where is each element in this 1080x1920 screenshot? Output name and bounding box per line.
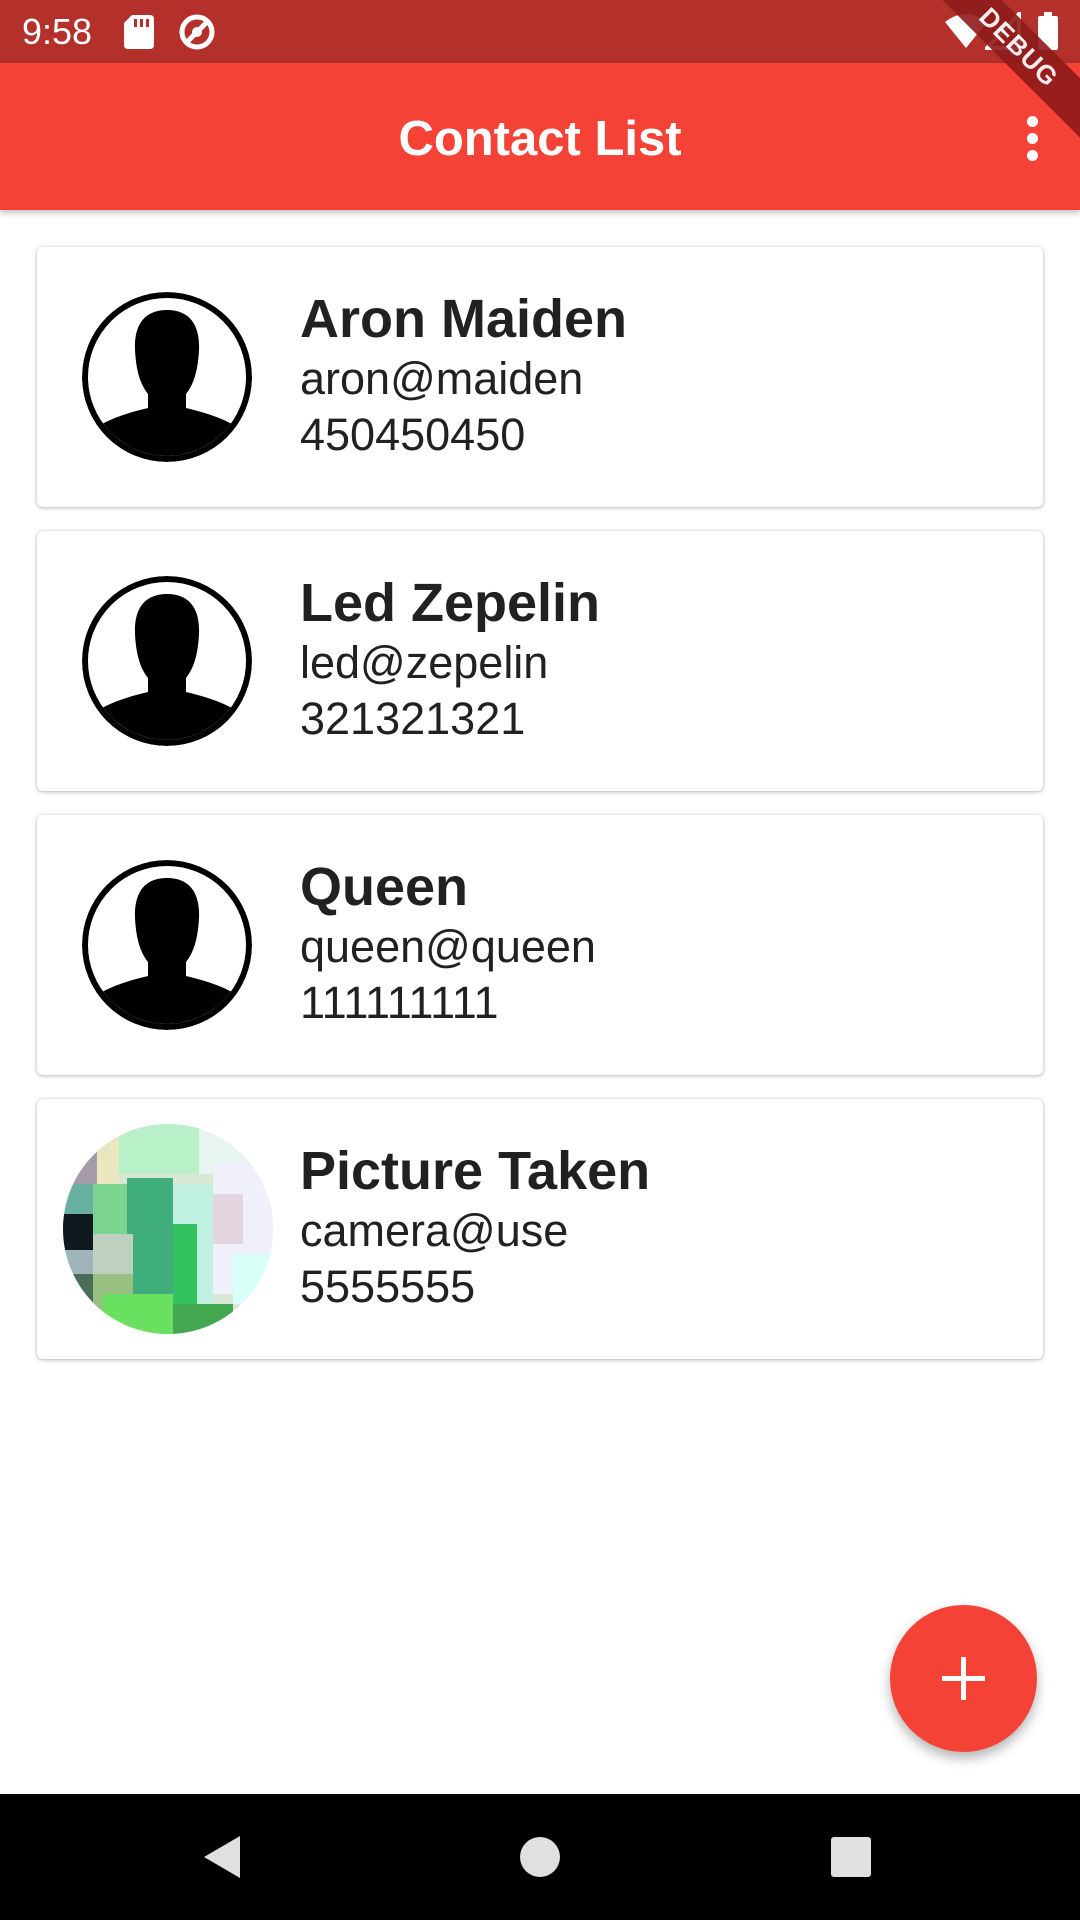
sync-icon: [178, 13, 216, 56]
more-vert-icon[interactable]: [1004, 103, 1060, 175]
contact-info: Led Zepelin led@zepelin 321321321: [300, 571, 600, 747]
contact-info: Picture Taken camera@use 5555555: [300, 1139, 650, 1315]
contact-phone: 450450450: [300, 409, 526, 460]
navigation-bar: [0, 1794, 1080, 1920]
contact-info: Queen queen@queen 111111111: [300, 855, 596, 1031]
menu-dot: [1027, 150, 1038, 161]
contact-card[interactable]: Picture Taken camera@use 5555555: [37, 1099, 1043, 1359]
contact-email: camera@use: [300, 1205, 569, 1256]
contact-name: Led Zepelin: [300, 573, 601, 633]
app-bar: Contact List: [0, 63, 1080, 210]
contact-card[interactable]: Aron Maiden aron@maiden 450450450: [37, 247, 1043, 507]
add-contact-button[interactable]: [890, 1605, 1037, 1752]
contact-card[interactable]: Led Zepelin led@zepelin 321321321: [37, 531, 1043, 791]
menu-dot: [1027, 133, 1038, 144]
contact-photo: [63, 1124, 273, 1334]
plus-icon: [942, 1657, 985, 1700]
status-time: 9:58: [22, 11, 93, 52]
contact-email: led@zepelin: [300, 637, 549, 688]
menu-dot: [1027, 116, 1038, 127]
status-bar: 9:58: [0, 0, 1080, 63]
home-icon[interactable]: [507, 1824, 573, 1890]
contact-phone: 321321321: [300, 693, 526, 744]
back-icon[interactable]: [192, 1824, 258, 1890]
contact-list: Aron Maiden aron@maiden 450450450 Led Ze…: [37, 247, 1043, 1383]
contact-info: Aron Maiden aron@maiden 450450450: [300, 287, 627, 463]
person-icon: [82, 292, 252, 462]
contact-phone: 5555555: [300, 1261, 476, 1312]
person-icon: [82, 576, 252, 746]
contact-name: Picture Taken: [300, 1141, 651, 1201]
screen: 9:58 DEBUG Contact List Aron Maiden aron…: [0, 0, 1080, 1920]
contact-email: queen@queen: [300, 921, 596, 972]
contact-email: aron@maiden: [300, 353, 584, 404]
page-title: Contact List: [398, 112, 682, 166]
person-icon: [82, 860, 252, 1030]
contact-name: Aron Maiden: [300, 289, 628, 349]
contact-name: Queen: [300, 857, 469, 917]
contact-phone: 111111111: [300, 977, 499, 1028]
contact-card[interactable]: Queen queen@queen 111111111: [37, 815, 1043, 1075]
sd-card-icon: [124, 15, 154, 54]
recents-icon[interactable]: [818, 1824, 884, 1890]
